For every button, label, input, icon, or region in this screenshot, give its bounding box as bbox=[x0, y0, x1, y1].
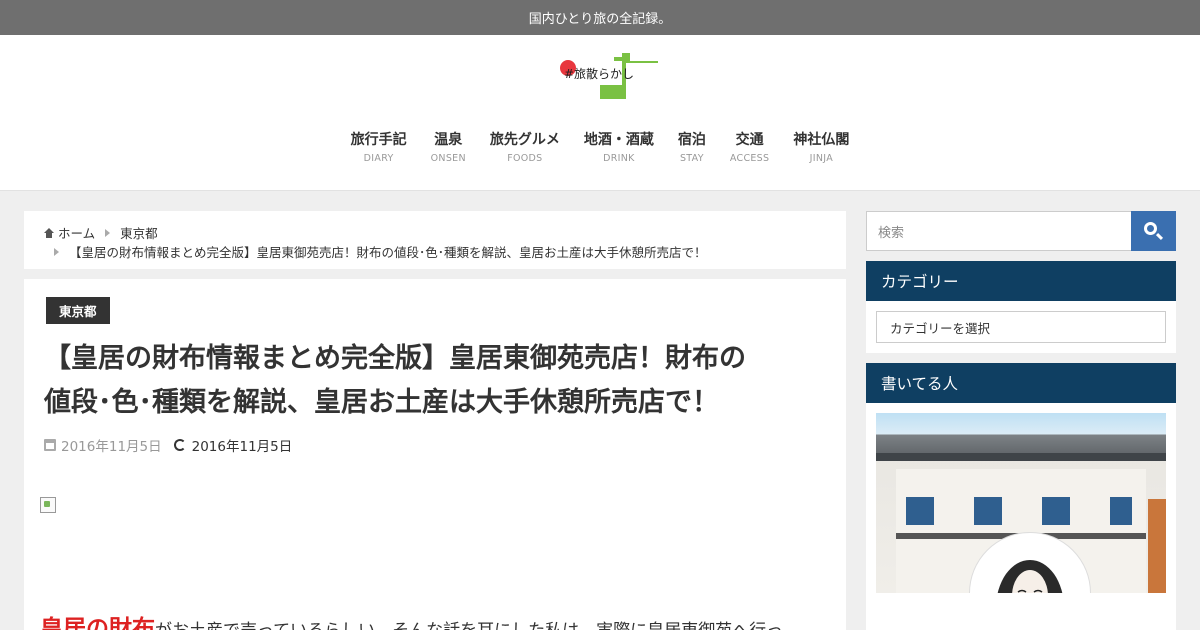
date-published: 2016年11月5日 bbox=[44, 435, 162, 455]
home-icon bbox=[44, 227, 54, 238]
article-dates: 2016年11月5日 2016年11月5日 bbox=[44, 435, 292, 455]
nav-item-drink[interactable]: 地酒・酒蔵 DRINK bbox=[572, 131, 666, 167]
main-nav: 旅行手記 DIARY 温泉 ONSEN 旅先グルメ FOODS 地酒・酒蔵 DR… bbox=[0, 131, 1200, 167]
nav-label: 地酒・酒蔵 bbox=[583, 132, 654, 148]
date-published-text: 2016年11月5日 bbox=[61, 439, 162, 455]
article-title: 【皇居の財布情報まとめ完全版】皇居東御苑売店！財布の 値段･色･種類を解説、皇居… bbox=[44, 337, 824, 425]
calendar-icon bbox=[44, 439, 56, 451]
nav-item-foods[interactable]: 旅先グルメ FOODS bbox=[478, 131, 572, 167]
search-button[interactable] bbox=[1131, 211, 1176, 251]
title-line-1: 【皇居の財布情報まとめ完全版】皇居東御苑売店！財布の bbox=[44, 343, 746, 374]
chevron-right-icon bbox=[105, 228, 111, 237]
breadcrumb: ホーム 東京都 【皇居の財布情報まとめ完全版】皇居東御苑売店！財布の値段･色･種… bbox=[24, 211, 846, 269]
nav-sublabel: ACCESS bbox=[729, 153, 770, 164]
refresh-icon bbox=[173, 439, 186, 451]
date-updated: 2016年11月5日 bbox=[173, 435, 293, 455]
site-tagline: 国内ひとり旅の全記録。 bbox=[528, 12, 672, 27]
profile-photo bbox=[876, 413, 1166, 593]
nav-label: 神社仏閣 bbox=[793, 132, 850, 148]
breadcrumb-current: 【皇居の財布情報まとめ完全版】皇居東御苑売店！財布の値段･色･種類を解説、皇居お… bbox=[69, 245, 707, 260]
nav-item-stay[interactable]: 宿泊 STAY bbox=[666, 131, 718, 167]
nav-label: 旅先グルメ bbox=[489, 132, 560, 148]
category-select[interactable]: カテゴリーを選択 bbox=[876, 311, 1166, 343]
article: 東京都 【皇居の財布情報まとめ完全版】皇居東御苑売店！財布の 値段･色･種類を解… bbox=[24, 279, 846, 630]
profile-widget-title: 書いてる人 bbox=[866, 363, 1176, 403]
categories-widget-title: カテゴリー bbox=[866, 261, 1176, 301]
nav-sublabel: STAY bbox=[679, 153, 704, 164]
logo-text: #旅散らかし bbox=[564, 67, 635, 81]
search-icon-handle bbox=[1155, 232, 1164, 241]
breadcrumb-home-link[interactable]: ホーム bbox=[58, 223, 95, 242]
nav-item-jinja[interactable]: 神社仏閣 JINJA bbox=[781, 131, 861, 167]
intro-text: がお土産で売っているらしい。そんな話を耳にした私は、実際に皇居東御苑へ行っ bbox=[155, 621, 783, 630]
date-updated-text: 2016年11月5日 bbox=[191, 439, 293, 455]
nav-label: 交通 bbox=[735, 132, 764, 148]
nav-item-onsen[interactable]: 温泉 ONSEN bbox=[419, 131, 478, 167]
site-tagline-bar: 国内ひとり旅の全記録。 bbox=[0, 0, 1200, 35]
broken-image-icon bbox=[40, 497, 56, 513]
categories-widget: カテゴリーを選択 bbox=[866, 301, 1176, 353]
nav-sublabel: DIARY bbox=[363, 153, 394, 164]
nav-label: 旅行手記 bbox=[350, 132, 407, 148]
chevron-right-icon bbox=[54, 247, 59, 256]
profile-widget bbox=[866, 403, 1176, 630]
site-header: #旅散らかし 旅行手記 DIARY 温泉 ONSEN 旅先グルメ FOODS 地… bbox=[0, 35, 1200, 191]
search-input[interactable]: 検索 bbox=[866, 211, 1132, 251]
nav-sublabel: FOODS bbox=[507, 153, 543, 164]
breadcrumb-category-link[interactable]: 東京都 bbox=[120, 223, 158, 242]
intro-highlight: 皇居の財布 bbox=[40, 616, 155, 630]
nav-label: 温泉 bbox=[434, 132, 463, 148]
article-intro: 皇居の財布がお土産で売っているらしい。そんな話を耳にした私は、実際に皇居東御苑へ… bbox=[40, 609, 783, 630]
nav-item-access[interactable]: 交通 ACCESS bbox=[718, 131, 781, 167]
site-logo[interactable]: #旅散らかし bbox=[556, 47, 662, 99]
search-icon bbox=[1144, 222, 1157, 235]
nav-sublabel: DRINK bbox=[603, 153, 635, 164]
nav-sublabel: JINJA bbox=[809, 153, 834, 164]
nav-item-diary[interactable]: 旅行手記 DIARY bbox=[339, 131, 419, 167]
nav-label: 宿泊 bbox=[677, 132, 706, 148]
nav-sublabel: ONSEN bbox=[430, 153, 466, 164]
category-badge[interactable]: 東京都 bbox=[46, 297, 110, 324]
title-line-2: 値段･色･種類を解説、皇居お土産は大手休憩所売店で！ bbox=[44, 387, 719, 418]
